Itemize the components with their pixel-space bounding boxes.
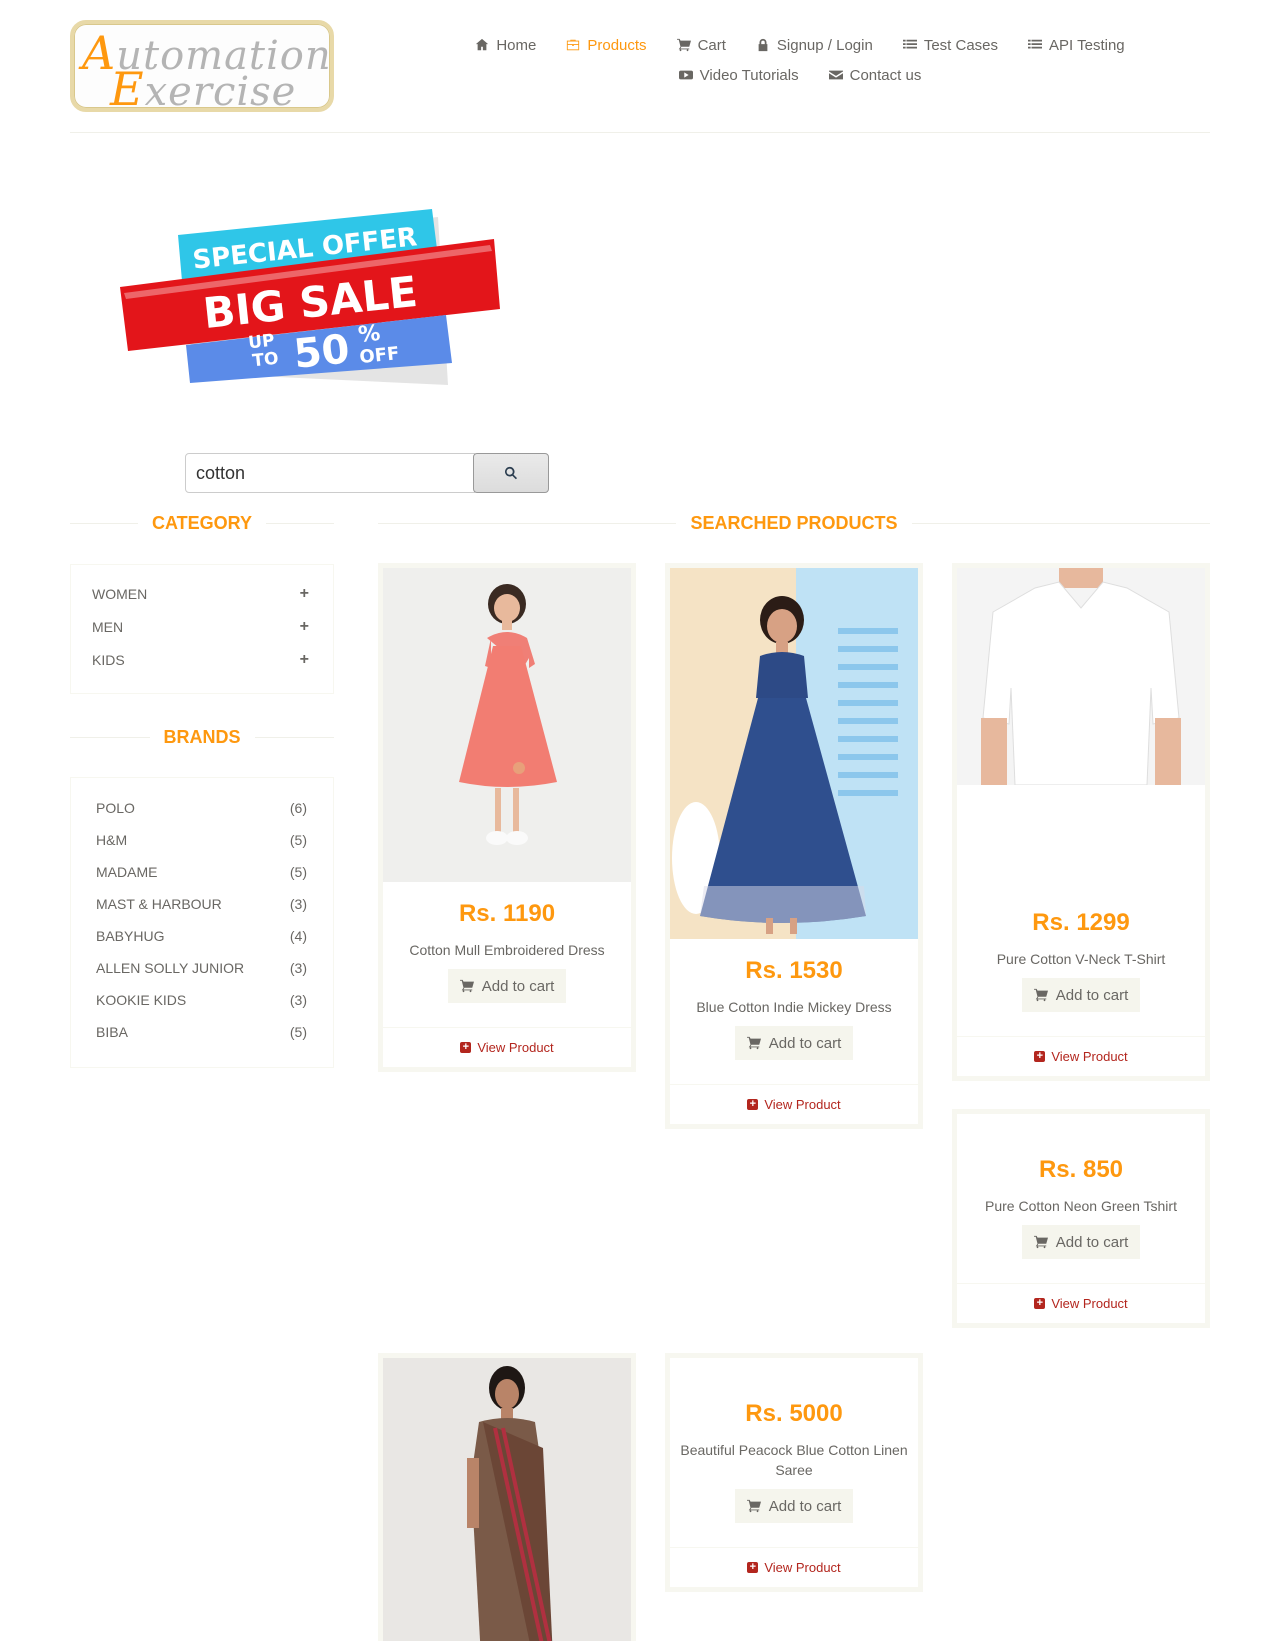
add-to-cart-button[interactable]: Add to cart bbox=[1021, 978, 1141, 1012]
plus-icon[interactable]: + bbox=[300, 651, 309, 669]
product-name: Blue Cotton Indie Mickey Dress bbox=[696, 999, 892, 1015]
add-to-cart-button[interactable]: Add to cart bbox=[734, 1026, 854, 1060]
envelope-icon bbox=[828, 70, 843, 80]
product-price: Rs. 1299 bbox=[1032, 909, 1130, 936]
product-info: Rs. 1530 Blue Cotton Indie Mickey Dress … bbox=[670, 939, 918, 1084]
view-product-link[interactable]: + View Product bbox=[670, 1547, 918, 1587]
list-icon bbox=[902, 39, 917, 49]
briefcase-icon bbox=[567, 39, 580, 51]
plus-icon[interactable]: + bbox=[300, 585, 309, 603]
category-panel: WOMEN + MEN + KIDS + bbox=[70, 564, 334, 694]
brand-item-madame[interactable]: MADAME (5) bbox=[71, 856, 333, 888]
product-price: Rs. 5000 bbox=[745, 1400, 843, 1427]
brand-item-mast-harbour[interactable]: MAST & HARBOUR (3) bbox=[71, 888, 333, 920]
view-product-link[interactable]: + View Product bbox=[957, 1283, 1205, 1323]
product-info: Rs. 850 Pure Cotton Neon Green Tshirt Ad… bbox=[957, 1114, 1205, 1283]
view-product-link[interactable]: + View Product bbox=[670, 1084, 918, 1124]
nav-home[interactable]: Home bbox=[475, 37, 536, 54]
product-name: Pure Cotton V-Neck T-Shirt bbox=[996, 951, 1166, 967]
product-name: Beautiful Peacock Blue Cotton Linen Sare… bbox=[680, 1442, 908, 1478]
brand-item-kookie-kids[interactable]: KOOKIE KIDS (3) bbox=[71, 984, 333, 1016]
cart-icon bbox=[676, 38, 691, 52]
product-image[interactable] bbox=[670, 568, 918, 939]
product-card bbox=[378, 1353, 636, 1641]
home-icon bbox=[476, 38, 489, 51]
plus-square-icon: + bbox=[460, 1042, 472, 1053]
brand-item-hm[interactable]: H&M (5) bbox=[71, 824, 333, 856]
brands-heading: BRANDS bbox=[70, 725, 335, 749]
search-input[interactable] bbox=[185, 453, 475, 493]
youtube-icon bbox=[678, 70, 693, 80]
product-info: Rs. 1190 Cotton Mull Embroidered Dress A… bbox=[383, 882, 631, 1027]
add-to-cart-button[interactable]: Add to cart bbox=[1021, 1225, 1141, 1259]
header-divider bbox=[70, 132, 1210, 133]
main-nav: Home Products Cart Signup / Login Test C… bbox=[470, 30, 1130, 90]
add-to-cart-button[interactable]: Add to cart bbox=[734, 1489, 854, 1523]
searched-products-heading: SEARCHED PRODUCTS bbox=[378, 511, 1210, 535]
product-info: Rs. 1299 Pure Cotton V-Neck T-Shirt Add … bbox=[957, 785, 1205, 1036]
product-image[interactable] bbox=[957, 568, 1205, 785]
nav-api-testing[interactable]: API Testing bbox=[1028, 37, 1125, 54]
nav-products[interactable]: Products bbox=[566, 37, 647, 54]
nav-contact-us[interactable]: Contact us bbox=[828, 67, 921, 84]
list-icon bbox=[1028, 39, 1043, 49]
cart-icon bbox=[1033, 988, 1048, 1002]
product-price: Rs. 1190 bbox=[458, 900, 556, 927]
brand-item-biba[interactable]: BIBA (5) bbox=[71, 1016, 333, 1048]
product-image[interactable] bbox=[383, 568, 631, 882]
product-price: Rs. 1530 bbox=[745, 957, 843, 984]
banner-percent-text: 50 bbox=[292, 326, 352, 378]
brands-panel: POLO (6) H&M (5) MADAME (5) MAST & HARBOUR(… bbox=[70, 777, 334, 1068]
product-card: Rs. 1190 Cotton Mull Embroidered Dress A… bbox=[378, 563, 636, 1072]
view-product-link[interactable]: + View Product bbox=[957, 1036, 1205, 1076]
category-heading: CATEGORY bbox=[70, 511, 335, 535]
nav-cart[interactable]: Cart bbox=[676, 37, 726, 54]
plus-square-icon: + bbox=[747, 1562, 759, 1573]
category-item-kids[interactable]: KIDS + bbox=[71, 643, 333, 676]
brand-item-babyhug[interactable]: BABYHUG (4) bbox=[71, 920, 333, 952]
add-to-cart-button[interactable]: Add to cart bbox=[447, 969, 567, 1003]
cart-icon bbox=[1033, 1235, 1048, 1249]
product-card: Rs. 850 Pure Cotton Neon Green Tshirt Ad… bbox=[952, 1109, 1210, 1328]
product-name: Pure Cotton Neon Green Tshirt bbox=[985, 1198, 1177, 1214]
cart-icon bbox=[459, 979, 474, 993]
banner-percent-sign: % bbox=[357, 321, 382, 348]
plus-icon[interactable]: + bbox=[300, 618, 309, 636]
category-item-men[interactable]: MEN + bbox=[71, 610, 333, 643]
search-icon bbox=[505, 466, 518, 480]
product-name: Cotton Mull Embroidered Dress bbox=[409, 942, 605, 958]
product-card: Rs. 1530 Blue Cotton Indie Mickey Dress … bbox=[665, 563, 923, 1129]
plus-square-icon: + bbox=[747, 1099, 759, 1110]
logo-line-2: Exercise bbox=[110, 62, 297, 116]
cart-icon bbox=[746, 1499, 761, 1513]
plus-square-icon: + bbox=[1034, 1051, 1046, 1062]
brand-item-polo[interactable]: POLO (6) bbox=[71, 792, 333, 824]
brand-item-allen-solly-junior[interactable]: ALLEN SOLLY JUNIOR (3) bbox=[71, 952, 333, 984]
plus-square-icon: + bbox=[1034, 1298, 1046, 1309]
nav-test-cases[interactable]: Test Cases bbox=[902, 37, 998, 54]
product-search bbox=[185, 453, 549, 493]
product-card: Rs. 1299 Pure Cotton V-Neck T-Shirt Add … bbox=[952, 563, 1210, 1081]
nav-video-tutorials[interactable]: Video Tutorials bbox=[678, 67, 799, 84]
view-product-link[interactable]: + View Product bbox=[383, 1027, 631, 1067]
special-offer-banner: SPECIAL OFFER BIG SALE UP TO 50 % OFF bbox=[120, 209, 500, 385]
lock-icon bbox=[758, 38, 768, 52]
product-price: Rs. 850 bbox=[1038, 1156, 1124, 1183]
category-item-women[interactable]: WOMEN + bbox=[71, 577, 333, 610]
product-card: Rs. 5000 Beautiful Peacock Blue Cotton L… bbox=[665, 1353, 923, 1592]
site-logo[interactable]: Automation Exercise bbox=[70, 20, 334, 116]
nav-signup-login[interactable]: Signup / Login bbox=[756, 37, 873, 54]
product-image[interactable] bbox=[383, 1358, 631, 1641]
banner-off-text: OFF bbox=[358, 343, 400, 368]
product-info: Rs. 5000 Beautiful Peacock Blue Cotton L… bbox=[670, 1358, 918, 1547]
search-button[interactable] bbox=[473, 453, 549, 493]
cart-icon bbox=[746, 1036, 761, 1050]
banner-to-text: TO bbox=[251, 349, 279, 372]
